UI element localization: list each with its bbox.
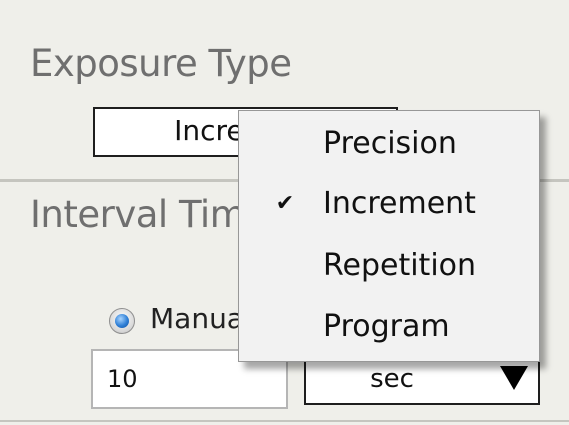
interval-time-heading: Interval Time (30, 193, 268, 236)
menu-item-precision[interactable]: Precision (239, 114, 539, 174)
exposure-settings-panel: Exposure Type Increment Interval Time Ma… (0, 0, 569, 425)
menu-item-program[interactable]: Program (239, 297, 539, 357)
exposure-type-heading: Exposure Type (30, 42, 292, 85)
manual-radio-button[interactable] (109, 308, 135, 334)
time-unit-dropdown[interactable]: sec (304, 355, 540, 405)
menu-item-label: Repetition (323, 248, 477, 283)
menu-item-increment[interactable]: ✔ Increment (239, 174, 539, 234)
checkmark-icon: ✔ (275, 191, 295, 216)
menu-item-repetition[interactable]: Repetition (239, 236, 539, 296)
manual-radio-label[interactable]: Manual (150, 302, 252, 335)
menu-item-label: Increment (323, 186, 476, 221)
menu-item-label: Precision (323, 126, 457, 161)
dropdown-arrow-icon (500, 366, 528, 390)
time-unit-value: sec (370, 364, 414, 394)
bottom-divider (0, 420, 569, 422)
menu-item-label: Program (323, 309, 450, 344)
exposure-type-menu: Precision ✔ Increment Repetition Program (238, 110, 540, 362)
